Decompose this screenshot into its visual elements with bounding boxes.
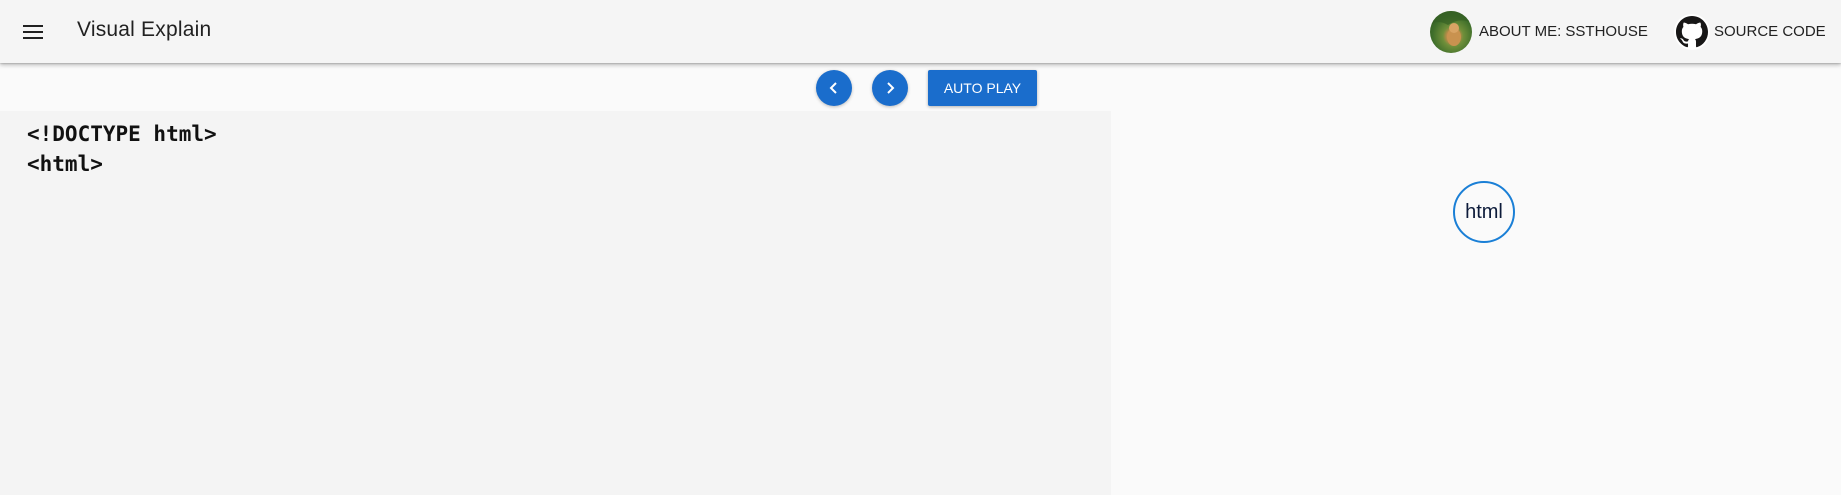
source-code-label: SOURCE CODE xyxy=(1714,23,1826,40)
next-step-button[interactable] xyxy=(872,70,908,106)
dom-tree-panel: html xyxy=(1111,111,1841,495)
about-me-link[interactable]: ABOUT ME: SSTHOUSE xyxy=(1430,10,1648,53)
code-panel: <!DOCTYPE html> <html> xyxy=(0,111,1111,495)
source-code-link[interactable]: SOURCE CODE xyxy=(1674,10,1826,53)
playback-controls: AUTO PLAY xyxy=(0,70,1841,110)
code-line: <!DOCTYPE html> xyxy=(27,122,217,146)
tree-node-html[interactable]: html xyxy=(1453,181,1515,243)
auto-play-button[interactable]: AUTO PLAY xyxy=(928,70,1037,106)
hamburger-menu-icon xyxy=(23,25,43,39)
menu-button[interactable] xyxy=(20,19,46,45)
previous-step-button[interactable] xyxy=(816,70,852,106)
avatar xyxy=(1430,10,1472,53)
app-bar: Visual Explain ABOUT ME: SSTHOUSE SOURCE… xyxy=(0,0,1841,63)
chevron-left-icon xyxy=(829,82,837,94)
chevron-right-icon xyxy=(887,82,895,94)
about-me-label: ABOUT ME: SSTHOUSE xyxy=(1479,23,1648,40)
code-line: <html> xyxy=(27,152,103,176)
app-title: Visual Explain xyxy=(77,18,212,41)
github-icon xyxy=(1674,13,1710,50)
